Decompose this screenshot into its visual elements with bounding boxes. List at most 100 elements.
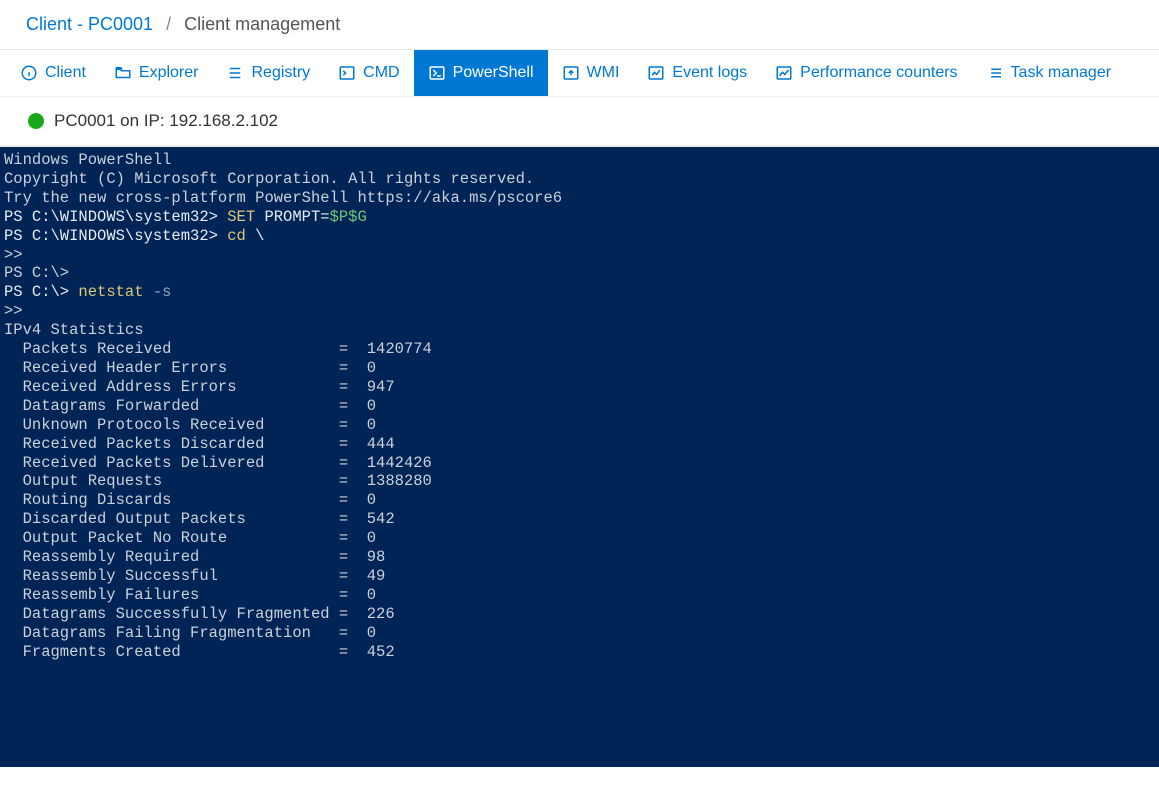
stats-eq: = (339, 643, 367, 662)
stats-row: Reassembly Successful= 49 (23, 567, 1155, 586)
stats-eq: = (339, 472, 367, 491)
powershell-terminal[interactable]: Windows PowerShellCopyright (C) Microsof… (0, 147, 1159, 767)
ps-prompt: PS C:\> (4, 283, 78, 301)
stats-row: Packets Received= 1420774 (23, 340, 1155, 359)
stats-eq: = (339, 624, 367, 643)
tab-events[interactable]: Event logs (633, 50, 761, 96)
terminal-line: Copyright (C) Microsoft Corporation. All… (4, 170, 1155, 189)
image-alt-icon (775, 64, 793, 82)
stats-eq: = (339, 378, 367, 397)
stats-label: Reassembly Required (23, 548, 339, 567)
stats-row: Datagrams Forwarded= 0 (23, 397, 1155, 416)
stats-eq: = (339, 340, 367, 359)
status-text: PC0001 on IP: 192.168.2.102 (54, 111, 278, 131)
list-tree-icon (226, 64, 244, 82)
tab-explorer[interactable]: Explorer (100, 50, 213, 96)
stats-label: Routing Discards (23, 491, 339, 510)
ps-token: -s (144, 283, 172, 301)
stats-eq: = (339, 567, 367, 586)
breadcrumb: Client - PC0001 / Client management (0, 0, 1159, 50)
terminal-line: >> (4, 302, 1155, 321)
breadcrumb-current: Client management (184, 14, 340, 34)
tab-label: Performance counters (800, 64, 957, 82)
stats-value: 947 (367, 378, 395, 397)
stats-row: Received Address Errors= 947 (23, 378, 1155, 397)
stats-row: Received Packets Delivered= 1442426 (23, 454, 1155, 473)
terminal-line: PS C:\> (4, 264, 1155, 283)
stats-row: Fragments Created= 452 (23, 643, 1155, 662)
stats-label: Received Packets Discarded (23, 435, 339, 454)
stats-label: Datagrams Forwarded (23, 397, 339, 416)
upload-icon (562, 64, 580, 82)
breadcrumb-link-client[interactable]: Client - PC0001 (26, 14, 153, 34)
tab-tasks[interactable]: Task manager (972, 50, 1126, 96)
ps-prompt: PS C:\WINDOWS\system32> (4, 208, 227, 226)
stats-label: Output Packet No Route (23, 529, 339, 548)
terminal-icon (338, 64, 356, 82)
stats-label: Received Packets Delivered (23, 454, 339, 473)
stats-eq: = (339, 359, 367, 378)
stats-value: 452 (367, 643, 395, 662)
tab-label: Client (45, 64, 86, 82)
terminal-line: IPv4 Statistics (4, 321, 1155, 340)
stats-label: Reassembly Successful (23, 567, 339, 586)
stats-eq: = (339, 397, 367, 416)
stats-value: 1420774 (367, 340, 432, 359)
stats-eq: = (339, 529, 367, 548)
folder-open-icon (114, 64, 132, 82)
stats-value: 0 (367, 491, 376, 510)
stats-value: 0 (367, 416, 376, 435)
ps-token: cd (227, 227, 246, 245)
tab-registry[interactable]: Registry (212, 50, 324, 96)
ps-token: SET (227, 208, 255, 226)
stats-row: Received Packets Discarded= 444 (23, 435, 1155, 454)
stats-value: 0 (367, 624, 376, 643)
terminal-line: PS C:\WINDOWS\system32> SET PROMPT=$P$G (4, 208, 1155, 227)
terminal-line: Windows PowerShell (4, 151, 1155, 170)
tab-client[interactable]: Client (6, 50, 100, 96)
stats-value: 0 (367, 586, 376, 605)
stats-label: Output Requests (23, 472, 339, 491)
stats-value: 0 (367, 359, 376, 378)
stats-row: Reassembly Required= 98 (23, 548, 1155, 567)
stats-row: Datagrams Successfully Fragmented= 226 (23, 605, 1155, 624)
status-bar: PC0001 on IP: 192.168.2.102 (0, 97, 1159, 147)
stats-label: Datagrams Failing Fragmentation (23, 624, 339, 643)
ps-token: \ (246, 227, 265, 245)
stats-row: Output Packet No Route= 0 (23, 529, 1155, 548)
stats-eq: = (339, 491, 367, 510)
tab-label: Event logs (672, 64, 747, 82)
stats-eq: = (339, 586, 367, 605)
stats-row: Discarded Output Packets= 542 (23, 510, 1155, 529)
stats-eq: = (339, 435, 367, 454)
tab-label: Task manager (1011, 64, 1112, 82)
tab-label: CMD (363, 64, 399, 82)
list-icon (986, 64, 1004, 82)
status-dot-icon (28, 113, 44, 129)
ps-token: netstat (78, 283, 143, 301)
stats-label: Received Header Errors (23, 359, 339, 378)
stats-value: 0 (367, 529, 376, 548)
ps-token: PROMPT= (255, 208, 329, 226)
stats-value: 542 (367, 510, 395, 529)
stats-label: Discarded Output Packets (23, 510, 339, 529)
stats-label: Unknown Protocols Received (23, 416, 339, 435)
stats-eq: = (339, 548, 367, 567)
tab-cmd[interactable]: CMD (324, 50, 413, 96)
stats-label: Datagrams Successfully Fragmented (23, 605, 339, 624)
tab-ps[interactable]: PowerShell (414, 50, 548, 96)
ipv4-statistics: Packets Received= 1420774Received Header… (23, 340, 1155, 661)
terminal-line: PS C:\> netstat -s (4, 283, 1155, 302)
terminal-line: Try the new cross-platform PowerShell ht… (4, 189, 1155, 208)
stats-row: Output Requests= 1388280 (23, 472, 1155, 491)
tab-label: WMI (587, 64, 620, 82)
stats-label: Reassembly Failures (23, 586, 339, 605)
chart-error-icon (647, 64, 665, 82)
tab-label: Registry (251, 64, 310, 82)
info-circle-icon (20, 64, 38, 82)
tab-wmi[interactable]: WMI (548, 50, 634, 96)
stats-label: Fragments Created (23, 643, 339, 662)
tab-perf[interactable]: Performance counters (761, 50, 971, 96)
stats-row: Routing Discards= 0 (23, 491, 1155, 510)
stats-value: 1442426 (367, 454, 432, 473)
